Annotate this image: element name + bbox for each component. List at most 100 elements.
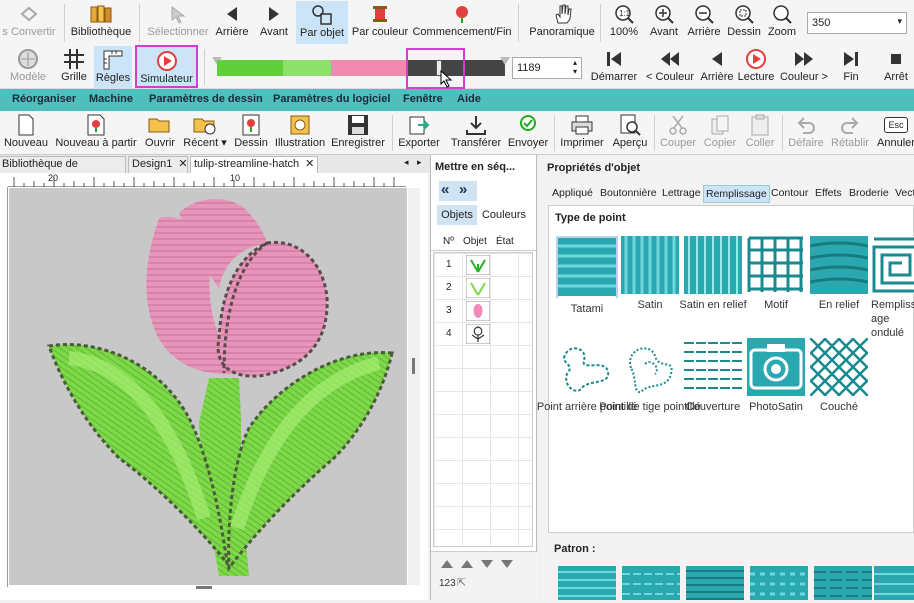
menu-parametres-logiciel[interactable]: Paramètres du logiciel	[273, 93, 390, 105]
print-preview-icon	[619, 114, 641, 136]
defaire-button[interactable]: Défaire	[786, 111, 826, 149]
prev-couleur-button[interactable]: < Couleur	[642, 45, 698, 83]
menu-aide[interactable]: Aide	[457, 93, 481, 105]
tab-broderie[interactable]: Broderie	[849, 185, 889, 203]
tab-objets[interactable]: Objets	[437, 205, 477, 225]
menu-parametres-dessin[interactable]: Paramètres de dessin	[149, 93, 263, 105]
nouveau-button[interactable]: Nouveau	[4, 111, 48, 149]
pattern-option[interactable]	[558, 566, 616, 600]
tab-bibliotheque-dessins[interactable]: Bibliothèque de dessins✕	[0, 156, 126, 185]
tab-couleurs[interactable]: Couleurs	[479, 205, 529, 225]
list-item[interactable]: 3	[434, 299, 532, 322]
regles-button[interactable]: Règles	[94, 46, 132, 88]
tab-boutonniere[interactable]: Boutonnière	[600, 185, 657, 203]
demarrer-button[interactable]: Démarrer	[588, 45, 640, 83]
grille-button[interactable]: Grille	[56, 45, 92, 83]
tab-applique[interactable]: Appliqué	[552, 185, 593, 203]
arriere-button[interactable]: Arrière	[214, 0, 250, 38]
menu-machine[interactable]: Machine	[89, 93, 133, 105]
sort-icon[interactable]: ⇱	[457, 576, 466, 589]
zoom-avant-button[interactable]: Avant	[646, 0, 682, 38]
embroidery-canvas[interactable]	[9, 188, 407, 585]
stitch-remplissage-ondule[interactable]: Remplissage ondulé	[843, 236, 914, 340]
pattern-option[interactable]	[622, 566, 680, 600]
color-segment-green	[217, 60, 283, 76]
pattern-option[interactable]	[686, 566, 744, 600]
move-last-icon[interactable]: »	[459, 181, 467, 198]
defaire-label: Défaire	[788, 137, 824, 149]
menu-fenetre[interactable]: Fenêtre	[403, 93, 443, 105]
tab-vect[interactable]: Vect	[895, 185, 914, 203]
recent-button[interactable]: Récent ▾	[182, 111, 228, 149]
close-icon[interactable]: ✕	[178, 158, 187, 170]
coller-button[interactable]: Coller	[742, 111, 778, 149]
exporter-button[interactable]: Exporter	[396, 111, 442, 149]
stitch-count-input[interactable]: 1189 ▴ ▾	[512, 57, 582, 79]
zoom-level-select[interactable]: 350 ▾	[807, 12, 907, 34]
row-number: 2	[446, 282, 452, 293]
par-objet-icon	[311, 5, 333, 25]
menu-reorganiser[interactable]: Réorganiser	[12, 93, 76, 105]
panoramique-button[interactable]: Panoramique	[528, 0, 596, 38]
zoom-100-button[interactable]: 1:1 100%	[606, 0, 642, 38]
avant-button[interactable]: Avant	[256, 0, 292, 38]
par-couleur-button[interactable]: Par couleur	[352, 0, 408, 38]
move-first-icon[interactable]: «	[441, 181, 449, 198]
nouveau-a-partir-button[interactable]: Nouveau à partir	[54, 111, 138, 149]
separator	[139, 4, 140, 42]
bibliotheque-button[interactable]: Bibliothèque	[70, 0, 132, 38]
scrollbar-thumb[interactable]	[412, 358, 415, 374]
vertical-scrollbar[interactable]	[408, 188, 420, 585]
stitch-couche[interactable]: Couché	[780, 337, 898, 414]
start-end-icon	[450, 4, 474, 24]
arret-button[interactable]: Arrêt	[878, 45, 914, 83]
zoom-arriere-button[interactable]: Arrière	[684, 0, 724, 38]
imprimer-button[interactable]: Imprimer	[558, 111, 606, 149]
modele-button[interactable]: Modèle	[4, 45, 52, 83]
list-item[interactable]: 2	[434, 276, 532, 299]
envoyer-button[interactable]: Envoyer	[506, 111, 550, 149]
simulateur-button[interactable]: Simulateur	[135, 45, 198, 88]
zoom-button[interactable]: Zoom	[764, 0, 800, 38]
annuler-button[interactable]: Esc Annuler	[876, 111, 914, 149]
commencement-fin-button[interactable]: Commencement/Fin	[412, 0, 512, 38]
spinner-icon[interactable]: ▴ ▾	[573, 58, 577, 76]
retablir-button[interactable]: Rétablir	[828, 111, 872, 149]
par-objet-button[interactable]: Par objet	[296, 1, 348, 44]
lecture-button[interactable]: Lecture	[738, 45, 774, 83]
tab-effets[interactable]: Effets	[815, 185, 842, 203]
reorder-arrows-icon[interactable]	[439, 556, 529, 570]
pattern-option[interactable]	[874, 566, 914, 600]
zoom-dessin-button[interactable]: Dessin	[726, 0, 762, 38]
close-icon[interactable]: ✕	[305, 158, 314, 170]
next-couleur-button[interactable]: Couleur >	[778, 45, 830, 83]
color-segment-pink	[331, 60, 407, 76]
tab-scroll-right-icon[interactable]: ▸	[417, 157, 422, 168]
couper-button[interactable]: Couper	[658, 111, 698, 149]
paste-icon	[749, 114, 771, 136]
fin-button[interactable]: Fin	[834, 45, 868, 83]
horizontal-scrollbar-thumb[interactable]	[196, 586, 212, 589]
selectionner-button[interactable]: Sélectionner	[146, 0, 210, 38]
step-back-button[interactable]: Arrière	[698, 45, 736, 83]
simulation-progress-slider[interactable]	[212, 55, 510, 81]
apercu-button[interactable]: Aperçu	[610, 111, 650, 149]
tab-design1[interactable]: Design1 ✕	[128, 156, 188, 173]
ruler-label: 10	[230, 173, 241, 183]
pattern-option[interactable]	[750, 566, 808, 600]
pattern-option[interactable]	[814, 566, 872, 600]
tab-lettrage[interactable]: Lettrage	[662, 185, 701, 203]
tab-tulip-streamline-hatch[interactable]: tulip-streamline-hatch ✕	[190, 156, 318, 173]
tab-remplissage[interactable]: Remplissage	[703, 185, 770, 203]
tab-scroll-left-icon[interactable]: ◂	[404, 157, 409, 168]
transferer-button[interactable]: Transférer	[448, 111, 504, 149]
illustration-button[interactable]: Illustration	[272, 111, 328, 149]
list-item[interactable]: 1	[434, 253, 532, 276]
dessin-button[interactable]: Dessin	[232, 111, 270, 149]
ouvrir-button[interactable]: Ouvrir	[142, 111, 178, 149]
tab-contour[interactable]: Contour	[771, 185, 808, 203]
convertir-button[interactable]: s Convertir	[0, 0, 58, 38]
list-item[interactable]: 4	[434, 322, 532, 345]
enregistrer-button[interactable]: Enregistrer	[330, 111, 386, 149]
copier-button[interactable]: Copier	[700, 111, 740, 149]
